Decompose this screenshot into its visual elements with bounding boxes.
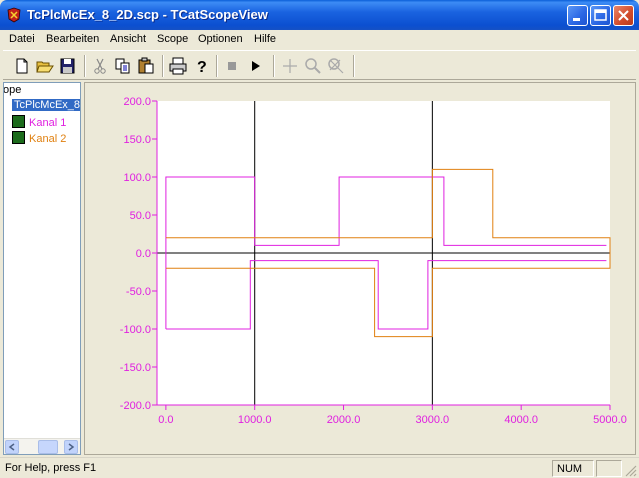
copy-icon [115,58,130,74]
paste-icon [138,57,154,74]
tree-root-item[interactable]: ope [3,84,22,99]
crosshair-icon [283,59,297,73]
status-help-text: For Help, press F1 [5,462,97,474]
print-icon [169,57,187,75]
tree-scope-item[interactable]: TcPlcMcEx_8 [12,99,81,114]
menu-bar: Datei Bearbeiten Ansicht Scope Optionen … [3,30,636,50]
tree-channel-1[interactable]: Kanal 1 [12,115,66,130]
toolbar: ? [3,50,636,80]
status-num-text: NUM [557,463,583,475]
y-tick-label: -100.0 [120,324,151,336]
minimize-button[interactable] [567,5,588,26]
y-tick-label: 100.0 [123,172,151,184]
menu-datei[interactable]: Datei [9,33,35,45]
scope-chart-panel: 200.0 150.0 100.0 50.0 0.0 -50.0 -100.0 -150.0 -… [84,82,636,455]
tree-root-label: ope [3,84,22,96]
channel-2-label: Kanal 2 [29,133,67,145]
y-tick-label: -150.0 [120,362,151,374]
svg-text:?: ? [197,59,207,76]
zoom-button[interactable] [302,56,324,76]
zoom-reset-button[interactable] [325,56,347,76]
context-help-button[interactable]: ? [190,56,212,76]
toolbar-separator [162,55,164,77]
status-num-indicator: NUM [552,460,594,477]
new-file-button[interactable] [11,56,33,76]
channel-1-label: Kanal 1 [29,117,67,129]
maximize-button[interactable] [590,5,611,26]
stop-button[interactable] [221,56,243,76]
menu-ansicht[interactable]: Ansicht [110,33,146,45]
paste-button[interactable] [135,56,157,76]
status-bar: For Help, press F1 NUM [0,457,639,478]
tree-channel-2[interactable]: Kanal 2 [12,131,66,146]
toolbar-separator [273,55,275,77]
new-file-icon [16,58,28,74]
menu-bearbeiten[interactable]: Bearbeiten [46,33,99,45]
chevron-right-icon [68,443,75,451]
y-tick-label: -50.0 [126,286,151,298]
x-tick-label: 2000.0 [327,414,361,426]
x-tick-label: 1000.0 [238,414,272,426]
stop-icon [228,62,236,70]
help-icon: ? [197,59,207,76]
play-icon [252,61,260,71]
chevron-left-icon [8,443,15,451]
x-tick-label: 3000.0 [416,414,450,426]
y-tick-label: 0.0 [136,248,151,260]
cut-button[interactable] [89,56,111,76]
menu-optionen[interactable]: Optionen [198,33,243,45]
y-tick-label: -200.0 [120,400,151,412]
print-button[interactable] [167,56,189,76]
crosshair-button[interactable] [279,56,301,76]
app-icon[interactable] [6,7,22,23]
zoom-reset-icon [328,58,344,74]
scroll-left-button[interactable] [5,440,19,454]
toolbar-separator [353,55,355,77]
window-title: TcPlcMcEx_8_2D.scp - TCatScopeView [27,7,268,22]
channel-icon [12,131,25,144]
close-icon [618,10,629,21]
x-tick-label: 5000.0 [593,414,627,426]
open-folder-icon [36,61,54,73]
scope-tree: ope TcPlcMcEx_8 Kanal 1 Kanal 2 [3,82,81,455]
open-button[interactable] [34,56,56,76]
zoom-icon [305,58,321,74]
title-bar: TcPlcMcEx_8_2D.scp - TCatScopeView [0,0,639,30]
scroll-thumb[interactable] [38,440,58,454]
minimize-icon [573,18,580,21]
channel-icon [12,115,25,128]
toolbar-separator [84,55,86,77]
copy-button[interactable] [112,56,134,76]
cut-icon [94,58,106,74]
maximize-icon [594,9,607,21]
menu-hilfe[interactable]: Hilfe [254,33,276,45]
save-icon [60,58,75,74]
close-button[interactable] [613,5,634,26]
toolbar-separator [216,55,218,77]
tree-horizontal-scrollbar[interactable] [4,438,80,454]
status-empty-cell [596,460,622,477]
y-tick-label: 150.0 [123,134,151,146]
scope-chart[interactable]: 200.0 150.0 100.0 50.0 0.0 -50.0 -100.0 -150.0 -… [85,83,635,454]
save-button[interactable] [57,56,79,76]
resize-grip-icon[interactable] [624,464,637,477]
tree-scope-label: TcPlcMcEx_8 [12,99,81,111]
y-tick-label: 200.0 [123,96,151,108]
scroll-right-button[interactable] [64,440,78,454]
x-tick-label: 4000.0 [504,414,538,426]
x-tick-label: 0.0 [158,414,173,426]
menu-scope[interactable]: Scope [157,33,188,45]
y-tick-label: 50.0 [130,210,151,222]
start-button[interactable] [244,56,266,76]
